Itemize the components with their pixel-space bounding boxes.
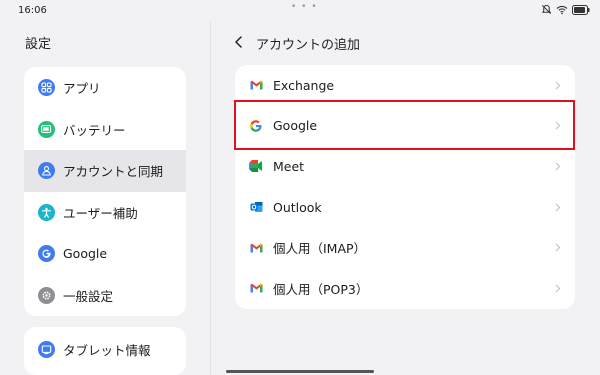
gear-icon bbox=[38, 286, 55, 304]
status-bar: 16:06 • • • bbox=[0, 0, 600, 22]
gmail-icon bbox=[249, 241, 263, 255]
wifi-icon bbox=[556, 4, 568, 15]
sidebar-item-label: Google bbox=[63, 246, 108, 262]
account-option-label: 個人用（POP3） bbox=[273, 281, 369, 297]
battery-icon bbox=[572, 4, 590, 15]
sidebar-item-label: アプリ bbox=[63, 81, 101, 97]
account-option-exchange[interactable]: Exchange bbox=[235, 65, 575, 106]
chevron-right-icon bbox=[555, 243, 561, 252]
google-icon bbox=[38, 245, 55, 263]
status-dots: • • • bbox=[291, 2, 318, 12]
gmail-icon bbox=[249, 78, 263, 92]
home-indicator[interactable] bbox=[226, 370, 374, 373]
sidebar-item-label: アカウントと同期 bbox=[63, 164, 164, 180]
meet-icon bbox=[249, 159, 263, 173]
back-button[interactable] bbox=[230, 33, 246, 51]
account-icon bbox=[38, 162, 55, 180]
account-option-personal-imap[interactable]: 個人用（IMAP） bbox=[235, 227, 575, 268]
account-option-label: Outlook bbox=[273, 199, 322, 215]
account-option-label: Exchange bbox=[273, 77, 335, 93]
mute-icon bbox=[541, 4, 552, 15]
sidebar-item-label: バッテリー bbox=[63, 122, 126, 138]
status-icons bbox=[541, 4, 590, 15]
sidebar-item-label: 一般設定 bbox=[63, 288, 114, 304]
apps-icon bbox=[38, 79, 55, 97]
account-option-label: Google bbox=[273, 118, 318, 134]
sidebar-item-label: ユーザー補助 bbox=[63, 205, 138, 221]
chevron-right-icon bbox=[555, 81, 561, 90]
account-option-label: 個人用（IMAP） bbox=[273, 241, 367, 257]
sidebar-item-label: タブレット情報 bbox=[63, 342, 151, 358]
account-type-list: Exchange Google Meet Outlook 個人用（IMAP） 個 bbox=[235, 65, 575, 309]
chevron-right-icon bbox=[555, 162, 561, 171]
panel-divider bbox=[210, 22, 211, 375]
sidebar-item-apps[interactable]: アプリ bbox=[24, 67, 186, 109]
battery-icon bbox=[38, 120, 55, 138]
account-option-personal-pop3[interactable]: 個人用（POP3） bbox=[235, 268, 575, 309]
sidebar-item-tablet-info[interactable]: タブレット情報 bbox=[24, 327, 186, 371]
account-option-google[interactable]: Google bbox=[235, 106, 575, 147]
about-card: タブレット情報 bbox=[24, 327, 186, 375]
section-title: アカウントの追加 bbox=[256, 38, 361, 53]
sidebar-item-google[interactable]: Google bbox=[24, 233, 186, 275]
chevron-right-icon bbox=[555, 284, 561, 293]
sidebar-item-battery[interactable]: バッテリー bbox=[24, 109, 186, 151]
account-option-meet[interactable]: Meet bbox=[235, 146, 575, 187]
account-option-label: Meet bbox=[273, 158, 305, 174]
accessibility-icon bbox=[38, 203, 55, 221]
chevron-right-icon bbox=[555, 203, 561, 211]
status-time: 16:06 bbox=[18, 5, 47, 16]
tablet-icon bbox=[38, 340, 55, 358]
chevron-left-icon bbox=[234, 36, 242, 48]
account-option-outlook[interactable]: Outlook bbox=[235, 187, 575, 228]
settings-menu-card: アプリ バッテリー アカウントと同期 ユーザー補助 Google 一般設定 bbox=[24, 67, 186, 316]
sidebar-item-general-settings[interactable]: 一般設定 bbox=[24, 275, 186, 317]
sidebar-item-accessibility[interactable]: ユーザー補助 bbox=[24, 192, 186, 234]
outlook-icon bbox=[249, 200, 263, 214]
chevron-right-icon bbox=[555, 122, 561, 130]
google-icon bbox=[249, 119, 263, 133]
gmail-icon bbox=[249, 281, 263, 295]
sidebar-item-accounts-sync[interactable]: アカウントと同期 bbox=[24, 150, 186, 192]
page-title: 設定 bbox=[25, 37, 52, 52]
